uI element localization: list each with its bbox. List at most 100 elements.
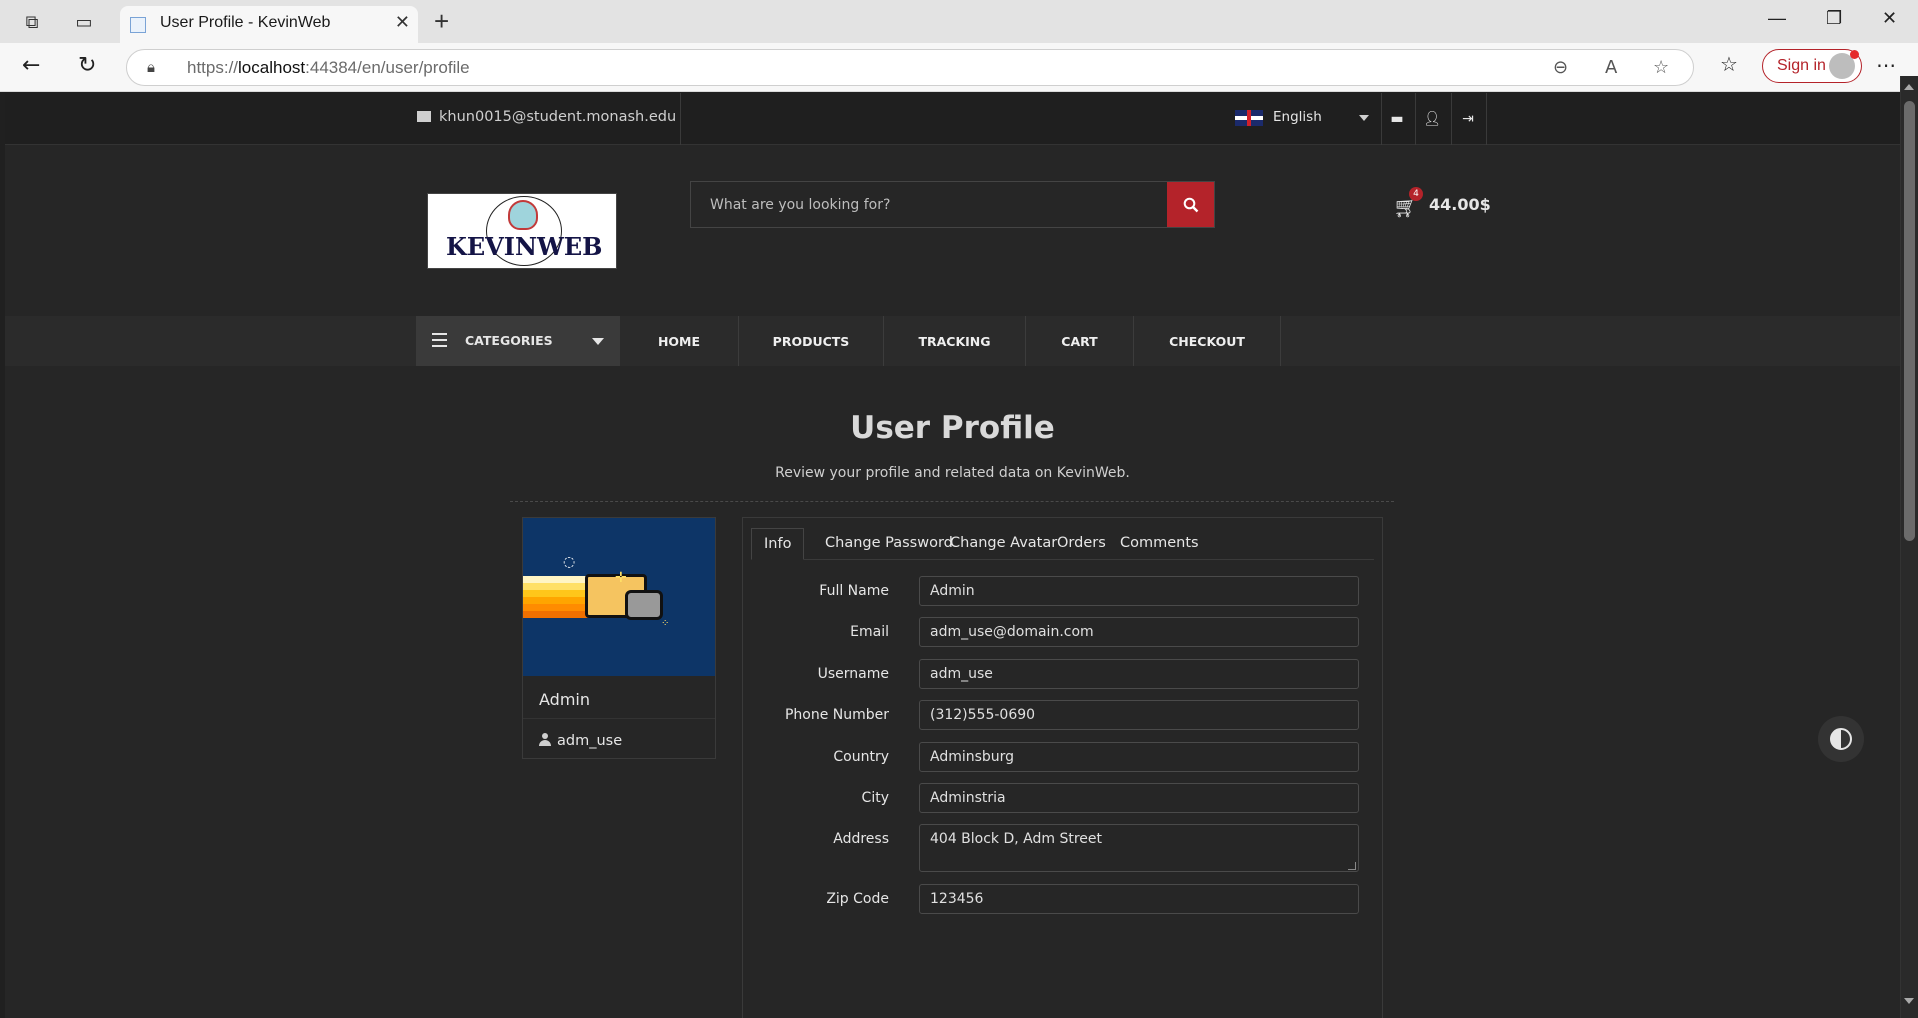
- divider: [510, 501, 1394, 502]
- chevron-down-icon: [592, 338, 604, 345]
- page-scrollbar[interactable]: [1900, 76, 1918, 1018]
- page-favicon-icon: [130, 17, 146, 33]
- zoom-out-icon[interactable]: ⊖: [1553, 57, 1568, 78]
- zip-field[interactable]: [919, 884, 1359, 914]
- chevron-down-icon[interactable]: [1359, 115, 1369, 121]
- tab-actions-icon[interactable]: ▭: [72, 10, 96, 34]
- page-title: User Profile: [850, 410, 1055, 446]
- divider: [523, 718, 715, 719]
- contact-email[interactable]: khun0015@student.monash.edu: [417, 109, 676, 125]
- notification-dot: [1850, 50, 1859, 59]
- nav-home[interactable]: HOME: [620, 316, 738, 366]
- more-menu-icon[interactable]: ⋯: [1876, 53, 1896, 77]
- workspaces-icon[interactable]: ⧉: [20, 10, 44, 34]
- sign-in-button[interactable]: Sign in: [1762, 49, 1862, 83]
- cart-total: 44.00$: [1429, 195, 1491, 214]
- url-text[interactable]: https://localhost:44384/en/user/profile: [187, 58, 470, 78]
- close-tab-icon[interactable]: ✕: [395, 12, 410, 33]
- zip-label: Zip Code: [826, 891, 889, 907]
- language-select[interactable]: English: [1273, 109, 1322, 125]
- wallet-icon[interactable]: ▬: [1382, 105, 1412, 133]
- nav-cart[interactable]: CART: [1026, 316, 1133, 366]
- main-nav: CATEGORIES HOME PRODUCTS TRACKING CART C…: [5, 316, 1900, 366]
- address-field[interactable]: 404 Block D, Adm Street: [919, 824, 1359, 872]
- divider: [1486, 93, 1487, 145]
- close-window-icon[interactable]: ✕: [1882, 8, 1897, 29]
- phone-field[interactable]: [919, 700, 1359, 730]
- refresh-icon[interactable]: ↻: [78, 53, 96, 78]
- new-tab-icon[interactable]: +: [434, 6, 449, 37]
- scrollbar-thumb[interactable]: [1904, 101, 1915, 541]
- sparkle-icon: ⁘: [661, 618, 670, 629]
- envelope-icon: [417, 111, 431, 122]
- top-info-bar: khun0015@student.monash.edu English ▬ 👤︎…: [5, 93, 1900, 145]
- search-button[interactable]: [1167, 182, 1214, 227]
- country-field[interactable]: [919, 742, 1359, 772]
- contrast-icon: [1830, 728, 1852, 750]
- browser-tab-title: User Profile - KevinWeb: [160, 14, 331, 31]
- website-viewport: khun0015@student.monash.edu English ▬ 👤︎…: [5, 93, 1900, 1018]
- uk-flag-icon: [1235, 110, 1263, 126]
- nav-products[interactable]: PRODUCTS: [739, 316, 883, 366]
- tab-info[interactable]: Info: [751, 528, 805, 560]
- profile-username-text: adm_use: [557, 733, 623, 749]
- search-input[interactable]: [691, 182, 1169, 227]
- logout-icon[interactable]: ⇥: [1453, 105, 1483, 133]
- minimize-icon[interactable]: —: [1768, 8, 1786, 29]
- favorite-star-icon[interactable]: ☆: [1653, 57, 1669, 78]
- hamburger-icon: [432, 333, 447, 347]
- site-logo[interactable]: KEVINWEB: [427, 193, 617, 269]
- browser-tab[interactable]: User Profile - KevinWeb ✕: [120, 6, 418, 43]
- email-label: Email: [850, 624, 889, 640]
- lock-icon[interactable]: 🔒︎: [147, 58, 155, 76]
- logo-text: KEVINWEB: [446, 232, 603, 261]
- profile-username: adm_use: [539, 733, 622, 749]
- search-icon: [1183, 197, 1198, 212]
- sparkle-icon: ◌: [563, 554, 576, 570]
- tab-comments[interactable]: Comments: [1108, 528, 1211, 560]
- full-name-label: Full Name: [819, 583, 889, 599]
- contact-email-text: khun0015@student.monash.edu: [439, 109, 677, 125]
- profile-name: Admin: [539, 690, 590, 709]
- address-label: Address: [833, 831, 889, 847]
- nyan-cat-head: [625, 590, 663, 620]
- divider: [1451, 93, 1452, 145]
- phone-label: Phone Number: [784, 707, 889, 723]
- username-field[interactable]: [919, 659, 1359, 689]
- sparkle-icon: ✛: [615, 570, 627, 586]
- categories-label: CATEGORIES: [465, 333, 553, 348]
- nav-checkout[interactable]: CHECKOUT: [1134, 316, 1280, 366]
- search-bar: [690, 181, 1215, 228]
- address-bar[interactable]: 🔒︎ https://localhost:44384/en/user/profi…: [126, 49, 1694, 86]
- resize-handle-icon[interactable]: [1348, 862, 1356, 870]
- theme-toggle-button[interactable]: [1818, 716, 1864, 762]
- divider: [680, 93, 681, 145]
- profile-panel: Info Change Password Change Avatar Order…: [742, 517, 1383, 1018]
- email-field[interactable]: [919, 617, 1359, 647]
- user-icon: [539, 733, 551, 746]
- username-label: Username: [817, 666, 889, 682]
- profile-card: ◌ ✛ ⁘ Admin adm_use: [522, 517, 716, 759]
- browser-tab-strip: ⧉ ▭ User Profile - KevinWeb ✕ + — ❐ ✕: [0, 0, 1918, 43]
- restore-icon[interactable]: ❐: [1826, 8, 1842, 29]
- divider: [1415, 93, 1416, 145]
- read-aloud-icon[interactable]: A: [1605, 57, 1617, 78]
- user-settings-icon[interactable]: 👤︎: [1417, 105, 1447, 133]
- favorites-icon[interactable]: ☆: [1720, 52, 1738, 76]
- sign-in-label: Sign in: [1777, 57, 1826, 74]
- scroll-down-icon[interactable]: [1904, 998, 1914, 1004]
- skull-icon: [508, 200, 538, 230]
- categories-dropdown[interactable]: CATEGORIES: [416, 316, 620, 366]
- browser-toolbar: ← ↻ 🔒︎ https://localhost:44384/en/user/p…: [0, 43, 1918, 92]
- city-field[interactable]: [919, 783, 1359, 813]
- country-label: Country: [833, 749, 889, 765]
- nav-tracking[interactable]: TRACKING: [884, 316, 1025, 366]
- tab-orders[interactable]: Orders: [1045, 528, 1118, 560]
- back-icon[interactable]: ←: [22, 53, 40, 78]
- city-label: City: [861, 790, 889, 806]
- divider: [1280, 316, 1281, 366]
- full-name-field[interactable]: [919, 576, 1359, 606]
- user-avatar-image: ◌ ✛ ⁘: [523, 518, 715, 676]
- scroll-up-icon[interactable]: [1904, 84, 1914, 90]
- profile-tabs: Info Change Password Change Avatar Order…: [751, 528, 1374, 560]
